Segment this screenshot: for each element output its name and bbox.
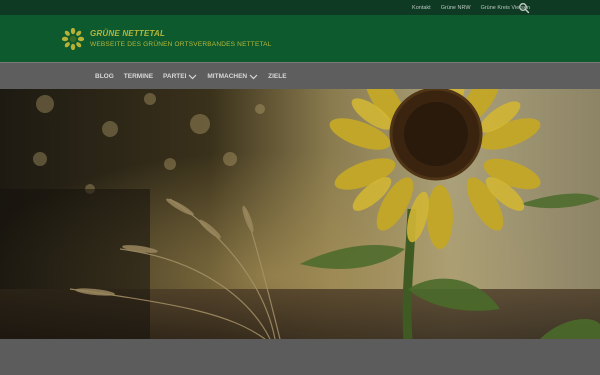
- utility-links: Kontakt Grüne NRW Grüne Kreis Viersen: [412, 0, 530, 15]
- content-area: [0, 339, 600, 375]
- chevron-down-icon: [249, 74, 258, 79]
- site-subtitle: WEBSEITE DES GRÜNEN ORTSVERBANDES NETTET…: [90, 41, 272, 48]
- nav-item-mitmachen[interactable]: MITMACHEN: [207, 73, 258, 80]
- nav-item-label: PARTEI: [163, 73, 187, 80]
- hero-image: [0, 89, 600, 339]
- nav-item-label: TERMINE: [123, 73, 154, 80]
- nav-item-termine[interactable]: TERMINE: [124, 73, 153, 80]
- utility-link-gruene-nrw[interactable]: Grüne NRW: [441, 5, 471, 11]
- top-utility-bar: Kontakt Grüne NRW Grüne Kreis Viersen: [0, 0, 600, 15]
- nav-item-ziele[interactable]: ZIELE: [268, 73, 286, 80]
- nav-item-partei[interactable]: PARTEI: [163, 73, 197, 80]
- chevron-down-icon: [188, 74, 197, 79]
- site-header: GRÜNE NETTETAL WEBSEITE DES GRÜNEN ORTSV…: [0, 15, 600, 62]
- nav-item-label: ZIELE: [268, 73, 287, 80]
- utility-link-kontakt[interactable]: Kontakt: [412, 5, 431, 11]
- sunflower-logo-icon[interactable]: [62, 28, 84, 50]
- nav-item-label: MITMACHEN: [207, 73, 248, 80]
- nav-item-label: BLOG: [95, 73, 114, 80]
- nav-menu: BLOG TERMINE PARTEI MITMACHEN ZIELE: [95, 63, 297, 90]
- nav-item-blog[interactable]: BLOG: [95, 73, 114, 80]
- site-title[interactable]: GRÜNE NETTETAL: [90, 29, 165, 38]
- main-navigation: BLOG TERMINE PARTEI MITMACHEN ZIELE: [0, 62, 600, 89]
- sunflower-photo: [0, 89, 600, 339]
- search-icon[interactable]: [518, 2, 530, 14]
